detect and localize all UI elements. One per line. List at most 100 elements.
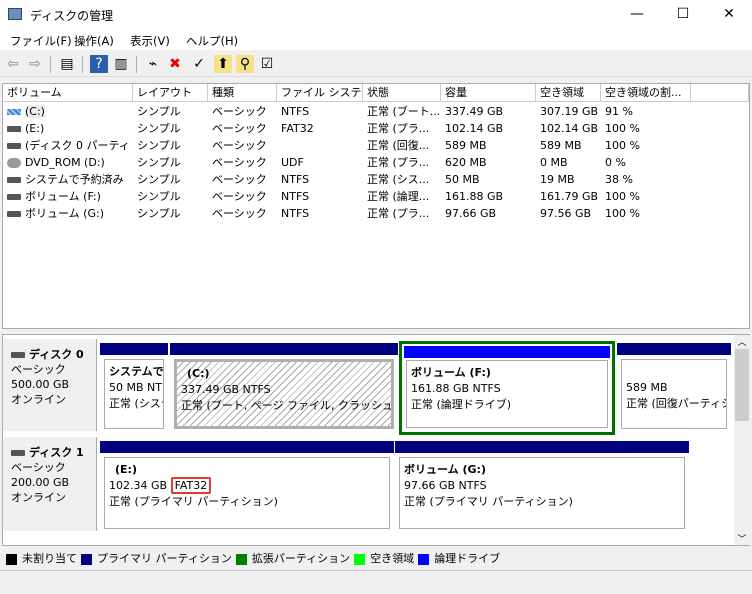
table-cell: (ディスク 0 パーティシ... (7, 137, 131, 154)
partition-title: (C:) (187, 367, 210, 380)
menu-help[interactable]: ヘルプ(H) (186, 33, 238, 49)
table-cell: ベーシック (212, 154, 275, 171)
table-cell: 337.49 GB (445, 103, 534, 120)
column-header[interactable]: レイアウト (133, 84, 208, 102)
table-cell: ベーシック (212, 103, 275, 120)
cell: (E:) (25, 122, 45, 135)
cell: 97.56 GB (540, 207, 592, 220)
partition-state: 正常 (ブート, ページ ファイル, クラッシュ ダンプ, プライマリ パーティ… (181, 399, 394, 412)
partition-e[interactable]: (E:) 102.34 GB FAT32 正常 (プライマリ パーティション) (100, 441, 394, 533)
partition-f[interactable]: ボリューム (F:) 161.88 GB NTFS 正常 (論理ドライブ) (399, 341, 615, 435)
back-arrow-icon[interactable]: ⇦ (4, 55, 22, 73)
table-cell: (C:) (7, 103, 131, 120)
column-header[interactable]: ボリューム (3, 84, 133, 102)
partition-size: 161.88 GB NTFS (411, 382, 501, 395)
table-cell: UDF (281, 154, 361, 171)
delete-icon[interactable]: ✖ (166, 55, 184, 73)
disk-1-label[interactable]: ディスク 1 ベーシック 200.00 GB オンライン (3, 437, 97, 531)
legend-label: 拡張パーティション (251, 552, 351, 565)
connect-drive-icon[interactable]: ⌁ (144, 55, 162, 73)
legend-label: 論理ドライブ (434, 552, 501, 565)
cell: ベーシック (212, 122, 267, 135)
table-cell: シンプル (137, 171, 206, 188)
disk-status: オンライン (11, 393, 66, 406)
cell: 102.14 GB (540, 122, 599, 135)
cell: 307.19 GB (540, 105, 599, 118)
column-header[interactable]: 空き領域 (536, 84, 601, 102)
partition-title: (E:) (115, 463, 137, 476)
partition-size: 97.66 GB NTFS (404, 479, 487, 492)
cell: 100 % (605, 139, 640, 152)
legend-item: 未割り当て (6, 550, 77, 566)
table-cell: ボリューム (G:) (7, 205, 131, 222)
cell: 0 % (605, 156, 626, 169)
table-row[interactable]: (E:) シンプル ベーシック FAT32 正常 (プラ... 102.14 GB 102.… (3, 120, 749, 137)
partition-recovery[interactable]: 589 MB 正常 (回復パーティション) (617, 343, 731, 433)
vertical-scrollbar[interactable]: ︿ ﹀ (734, 335, 750, 545)
partition-c[interactable]: (C:) 337.49 GB NTFS 正常 (ブート, ページ ファイル, クラッ… (170, 343, 398, 433)
cell: ベーシック (212, 105, 267, 118)
cell: ベーシック (212, 207, 267, 220)
partition-size: 50 MB NTFS (109, 381, 163, 394)
column-header[interactable]: 容量 (441, 84, 536, 102)
menu-file[interactable]: ファイル(F) (10, 33, 72, 49)
column-header[interactable]: 空き領域の割... (601, 84, 691, 102)
properties-icon[interactable]: ✓ (190, 55, 208, 73)
disk-name: ディスク 0 (29, 348, 84, 361)
cell: 38 % (605, 173, 633, 186)
cell: 97.66 GB (445, 207, 497, 220)
close-button[interactable]: ✕ (706, 0, 752, 30)
disk-icon (11, 352, 25, 358)
cell: ボリューム (G:) (25, 207, 104, 220)
table-cell: シンプル (137, 103, 206, 120)
column-header[interactable]: ファイル システム (277, 84, 363, 102)
table-row[interactable]: ボリューム (F:) シンプル ベーシック NTFS 正常 (論理... 161.88 G… (3, 188, 749, 205)
cell: 337.49 GB (445, 105, 504, 118)
cell: 589 MB (445, 139, 487, 152)
action-pane-icon[interactable]: ▥ (112, 55, 130, 73)
partition-system-reserved[interactable]: システムで予約済み 50 MB NTFS 正常 (システム, アクティブ, プライマ… (100, 343, 168, 433)
cell: 正常 (回復... (367, 139, 430, 152)
volume-icon (7, 177, 21, 183)
table-row[interactable]: (C:) シンプル ベーシック NTFS 正常 (ブート... 337.49 GB 307.… (3, 103, 749, 120)
table-cell: ベーシック (212, 137, 275, 154)
table-row[interactable]: (ディスク 0 パーティシ... シンプル ベーシック 正常 (回復... 589 MB… (3, 137, 749, 154)
cell: 正常 (プラ... (367, 156, 430, 169)
partition-g[interactable]: ボリューム (G:) 97.66 GB NTFS 正常 (プライマリ パーティション… (395, 441, 689, 533)
table-cell: NTFS (281, 188, 361, 205)
forward-arrow-icon[interactable]: ⇨ (26, 55, 44, 73)
table-cell: 正常 (ブート... (367, 103, 439, 120)
table-row[interactable]: DVD_ROM (D:) シンプル ベーシック UDF 正常 (プラ... 620 MB 0… (3, 154, 749, 171)
cell: 正常 (シス... (367, 173, 430, 186)
cell: シンプル (137, 207, 181, 220)
table-cell: 161.88 GB (445, 188, 534, 205)
table-row[interactable]: システムで予約済み シンプル ベーシック NTFS 正常 (シス... 50 MB 19 M… (3, 171, 749, 188)
scroll-up-icon[interactable]: ︿ (734, 335, 750, 349)
app-icon (8, 8, 22, 20)
maximize-button[interactable]: ☐ (660, 0, 706, 30)
legend-label: 未割り当て (22, 552, 77, 565)
console-tree-icon[interactable]: ▤ (58, 55, 76, 73)
disk-map-pane: ディスク 0 ベーシック 500.00 GB オンライン ディスク 1 ベーシッ… (2, 334, 750, 546)
disk-0-label[interactable]: ディスク 0 ベーシック 500.00 GB オンライン (3, 339, 97, 431)
folder-up-icon[interactable]: ⬆ (214, 55, 232, 73)
partition-bar (404, 346, 610, 358)
partition-title: ボリューム (F:) (411, 366, 491, 379)
partition-bar (100, 343, 168, 355)
partition-state: 正常 (システム, アクティブ, プライマリ パーティション) (109, 397, 163, 410)
table-cell: 50 MB (445, 171, 534, 188)
column-header[interactable]: 状態 (363, 84, 441, 102)
column-header[interactable]: 種類 (208, 84, 277, 102)
cell: (ディスク 0 パーティシ... (25, 139, 131, 152)
scroll-thumb[interactable] (735, 349, 749, 421)
menu-action[interactable]: 操作(A) (74, 33, 114, 49)
help-icon[interactable]: ? (90, 55, 108, 73)
menu-view[interactable]: 表示(V) (130, 33, 170, 49)
partition-title: ボリューム (G:) (404, 463, 486, 476)
minimize-button[interactable]: — (614, 0, 660, 30)
scroll-down-icon[interactable]: ﹀ (734, 532, 750, 545)
checklist-icon[interactable]: ☑ (258, 55, 276, 73)
column-header-empty (691, 84, 749, 102)
table-row[interactable]: ボリューム (G:) シンプル ベーシック NTFS 正常 (プラ... 97.66 GB… (3, 205, 749, 222)
search-folder-icon[interactable]: ⚲ (236, 55, 254, 73)
